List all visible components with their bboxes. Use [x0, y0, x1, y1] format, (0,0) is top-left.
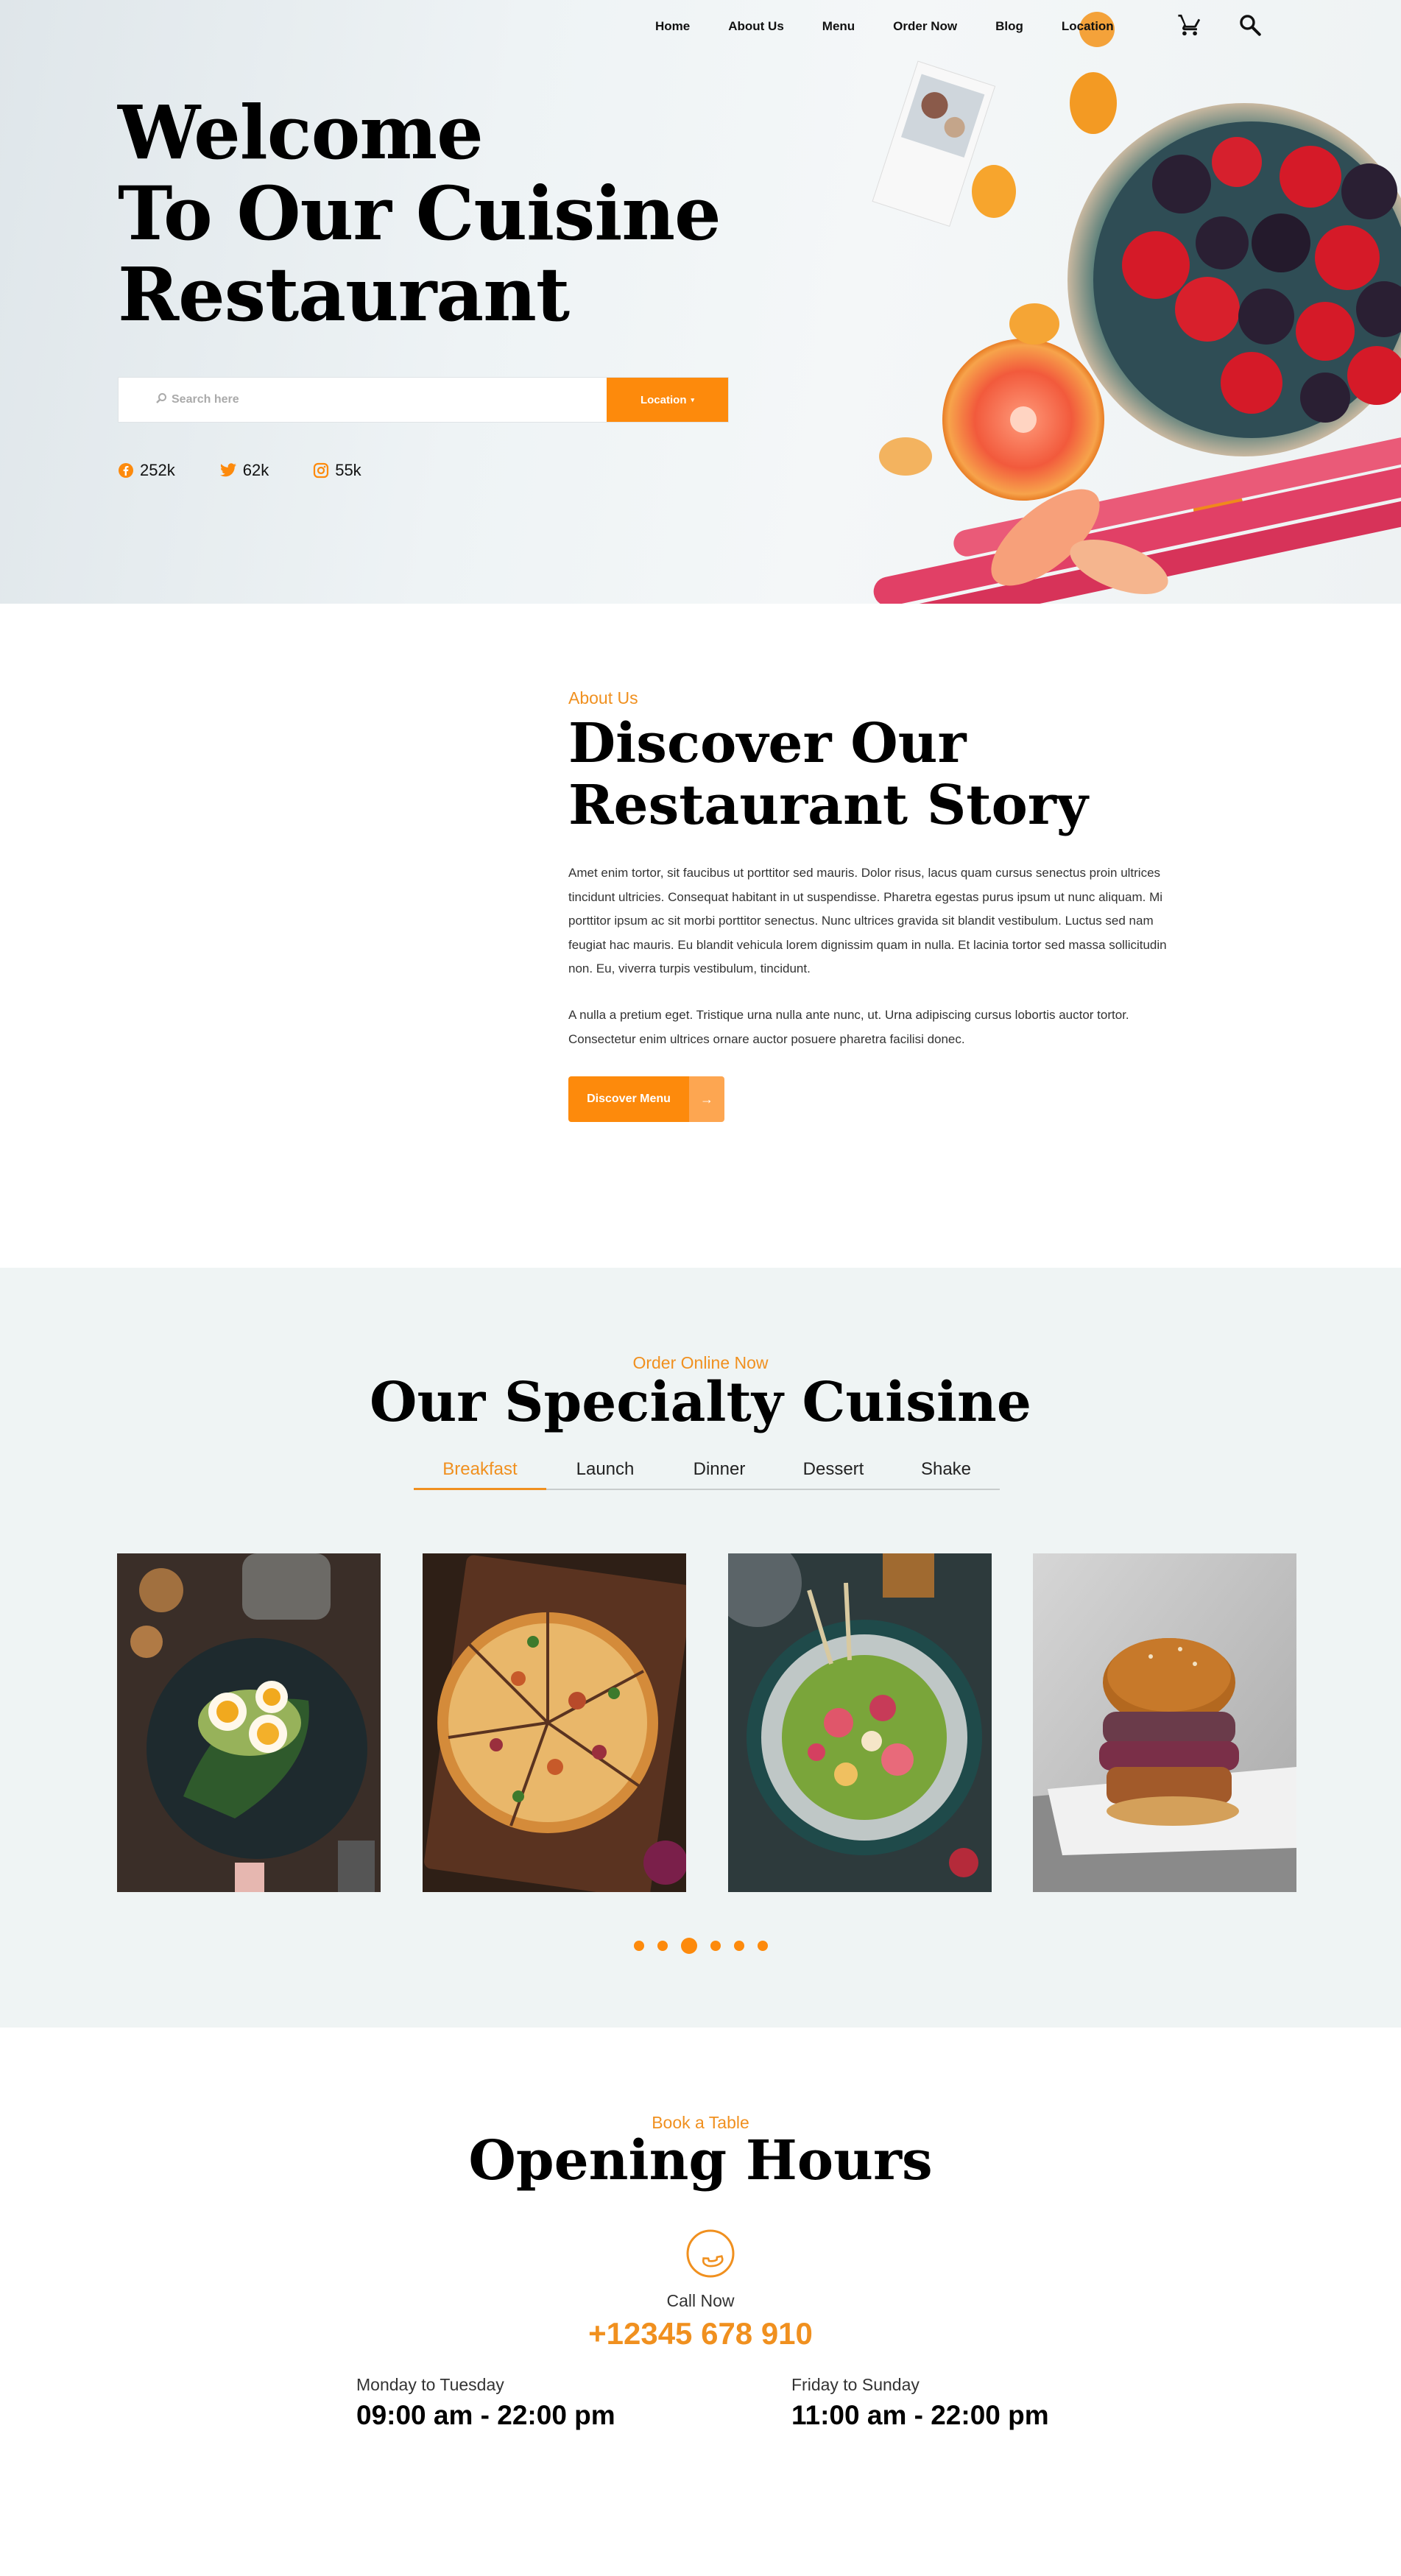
- specialty-eyebrow: Order Online Now: [632, 1353, 769, 1372]
- search-small-icon: [155, 392, 167, 408]
- carousel-dot[interactable]: [657, 1941, 668, 1951]
- carousel-dots: [0, 1938, 1401, 1954]
- schedule-days: Monday to Tuesday: [356, 2375, 504, 2394]
- dish-image-pizza: [423, 1553, 686, 1892]
- dish-card[interactable]: [1033, 1553, 1296, 1892]
- carousel-dot[interactable]: [710, 1941, 721, 1951]
- nav-links: Home About Us Menu Order Now Blog Locati…: [655, 19, 1152, 34]
- social-facebook[interactable]: 252k: [118, 461, 175, 480]
- chevron-down-icon: ▾: [691, 395, 695, 403]
- call-now-label: Call Now: [666, 2291, 735, 2310]
- nav-item-menu[interactable]: Menu: [822, 19, 855, 34]
- nav-item-blog[interactable]: Blog: [995, 19, 1023, 34]
- tab-breakfast[interactable]: Breakfast: [414, 1459, 546, 1490]
- instagram-count: 55k: [335, 461, 361, 479]
- schedule-time: 11:00 am - 22:00 pm: [791, 2400, 1049, 2430]
- location-dropdown-button[interactable]: Location ▾: [607, 378, 728, 422]
- discover-menu-button[interactable]: Discover Menu →: [568, 1076, 724, 1122]
- opening-hours-section: Book a Table Opening Hours Call Now +123…: [0, 2028, 1401, 2576]
- location-button-label: Location: [640, 393, 687, 406]
- specialty-section: Order Online Now Our Specialty Cuisine B…: [0, 1268, 1401, 2028]
- about-title-line: Discover Our: [568, 712, 967, 775]
- tab-launch[interactable]: Launch: [546, 1459, 664, 1490]
- hero-title-line: Welcome: [118, 89, 484, 176]
- arrow-right-icon: →: [689, 1076, 724, 1122]
- social-stats: 252k 62k 55k: [118, 461, 406, 480]
- hero-section: Welcome To Our Cuisine Restaurant Locati…: [0, 0, 1401, 604]
- search-icon[interactable]: [1235, 10, 1265, 40]
- dish-card[interactable]: [423, 1553, 686, 1892]
- carousel-dot-active[interactable]: [680, 1938, 697, 1954]
- about-paragraph: A nulla a pretium eget. Tristique urna n…: [568, 1008, 1129, 1046]
- facebook-count: 252k: [140, 461, 175, 479]
- hero-search-bar: Location ▾: [118, 377, 729, 423]
- hero-title-line: Restaurant: [118, 251, 570, 338]
- twitter-count: 62k: [242, 461, 269, 479]
- hero-title-line: To Our Cuisine: [118, 170, 721, 257]
- about-title-line: Restaurant Story: [568, 774, 1088, 837]
- nav-item-home[interactable]: Home: [655, 19, 690, 34]
- tab-shake[interactable]: Shake: [892, 1459, 1000, 1490]
- dish-image-egg-toast: [117, 1553, 381, 1892]
- tab-dessert[interactable]: Dessert: [774, 1459, 892, 1490]
- facebook-icon: [119, 463, 133, 478]
- about-paragraph: Amet enim tortor, sit faucibus ut portti…: [568, 866, 1167, 975]
- specialty-title: Our Specialty Cuisine: [370, 1371, 1031, 1434]
- twitter-icon: [219, 463, 236, 477]
- hero-fruit-image: [872, 12, 1401, 604]
- dish-image-burger: [1033, 1553, 1296, 1892]
- dish-card[interactable]: [728, 1553, 992, 1892]
- phone-icon: [686, 2229, 735, 2278]
- about-title: Discover Our Restaurant Story: [568, 713, 1088, 836]
- menu-tabs: Breakfast Launch Dinner Dessert Shake: [414, 1459, 1000, 1490]
- carousel-dot[interactable]: [633, 1941, 644, 1951]
- about-section: About Us Discover Our Restaurant Story A…: [0, 604, 1401, 1268]
- nav-item-about-us[interactable]: About Us: [728, 19, 784, 34]
- social-twitter[interactable]: 62k: [219, 461, 269, 480]
- search-input[interactable]: [119, 378, 607, 422]
- carousel-dot[interactable]: [757, 1941, 768, 1951]
- cart-icon[interactable]: [1175, 10, 1204, 40]
- schedule-time: 09:00 am - 22:00 pm: [356, 2400, 615, 2430]
- top-navigation: Home About Us Menu Order Now Blog Locati…: [0, 0, 1401, 52]
- nav-item-location[interactable]: Location: [1062, 19, 1114, 34]
- dish-card[interactable]: [117, 1553, 381, 1892]
- about-eyebrow: About Us: [568, 688, 638, 707]
- hero-title: Welcome To Our Cuisine Restaurant: [118, 92, 721, 335]
- nav-item-order-now[interactable]: Order Now: [893, 19, 957, 34]
- dish-image-salad: [728, 1553, 992, 1892]
- social-instagram[interactable]: 55k: [313, 461, 361, 480]
- carousel-dot[interactable]: [733, 1941, 744, 1951]
- schedule-days: Friday to Sunday: [791, 2375, 920, 2394]
- phone-number-link[interactable]: +12345 678 910: [0, 2316, 1401, 2351]
- discover-menu-label: Discover Menu: [568, 1076, 689, 1122]
- tab-dinner[interactable]: Dinner: [664, 1459, 774, 1490]
- instagram-icon: [314, 462, 329, 479]
- hours-title: Opening Hours: [468, 2129, 933, 2192]
